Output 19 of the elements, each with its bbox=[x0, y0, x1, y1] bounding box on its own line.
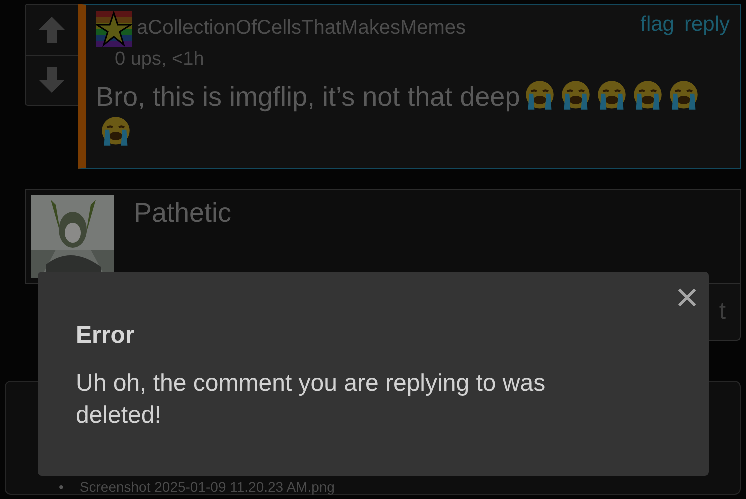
crying-face-icon bbox=[632, 80, 664, 112]
username-link[interactable]: aCollectionOfCellsThatMakesMemes bbox=[137, 17, 466, 40]
up-arrow-icon bbox=[37, 14, 67, 45]
list-bullet: • bbox=[59, 480, 64, 494]
dialog-title: Error bbox=[76, 322, 136, 350]
file-name: Screenshot 2025-01-09 11.20.23 AM.png bbox=[80, 480, 335, 494]
flag-link[interactable]: flag bbox=[640, 13, 674, 37]
reply-text: Pathetic bbox=[134, 197, 232, 230]
crying-face-icon bbox=[560, 80, 592, 112]
crying-face-icon bbox=[100, 116, 132, 148]
crying-face-icon bbox=[668, 80, 700, 112]
dialog-message: Uh oh, the comment you are replying to was deleted! bbox=[76, 369, 547, 431]
comment-text: Bro, this is imgflip, it’s not that deep bbox=[96, 82, 520, 112]
crying-face-icon bbox=[596, 80, 628, 112]
comment-meta: 0 ups, <1h bbox=[115, 49, 206, 71]
down-arrow-icon bbox=[37, 65, 67, 96]
reply-link[interactable]: reply bbox=[684, 13, 730, 37]
star-avatar-icon bbox=[96, 11, 132, 47]
crying-face-icon bbox=[524, 80, 556, 112]
